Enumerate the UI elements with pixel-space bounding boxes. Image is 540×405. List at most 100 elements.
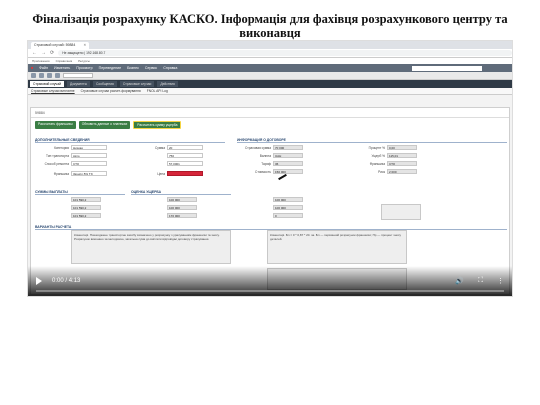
field-row: Ущерб % 115,01 <box>351 153 417 158</box>
field-row: 101 590,2 <box>35 213 101 218</box>
time-current: 0:00 <box>52 278 64 284</box>
field-row: Стоимость 150 000 <box>237 169 303 174</box>
progress-bar[interactable] <box>36 290 504 292</box>
window-tab[interactable]: Документы <box>66 81 90 87</box>
search-input[interactable] <box>412 65 482 71</box>
browser-tab[interactable]: Страховой случай: 59884 ✕ <box>31 41 90 49</box>
field-row: Валюта UAH <box>237 153 303 158</box>
field-row: Тип транспорта Авто <box>35 153 107 158</box>
bookmark-item[interactable]: Приложения <box>32 59 50 63</box>
field-row: Франшиза Зачисл.5% ТЗ <box>35 171 107 176</box>
field-label: Риск <box>378 169 385 174</box>
sub-tab[interactable]: Страховые случаи расчет-формування <box>81 89 141 93</box>
filter-icon[interactable] <box>55 73 60 78</box>
window-tab[interactable]: Страховые случаи <box>119 81 155 87</box>
sub-tab[interactable]: Страховые случаи виплатне <box>31 89 75 93</box>
bookmark-item[interactable]: Ресурсы <box>78 59 90 63</box>
payout-field[interactable]: 101 590,2 <box>71 197 101 202</box>
menu-item[interactable]: Изменить <box>54 66 70 70</box>
price-field[interactable] <box>167 171 203 176</box>
fullscreen-icon[interactable]: ⛶ <box>478 277 483 285</box>
field-row: Тариф 36 <box>237 161 303 166</box>
notes-left[interactable]: Коментарі. Пошкоджене транспортне засобу… <box>71 230 231 264</box>
field-row: 100 000 <box>131 197 197 202</box>
menu-item[interactable]: Бизнес <box>127 66 139 70</box>
window-tab[interactable]: Страховой случай <box>30 81 64 87</box>
pct-field[interactable]: 0,00 <box>387 145 417 150</box>
field-label: Тип транспорта <box>46 153 69 158</box>
calc-damage-button[interactable]: Рассчитать сумму ущерба <box>133 121 182 129</box>
sum-field[interactable]: 750 <box>167 153 203 158</box>
payout-field[interactable]: 101 590,2 <box>71 213 101 218</box>
video-controls: 0:00 / 4:13 🔊 ⛶ ⋮ <box>28 266 512 296</box>
payout-field[interactable]: 101 590,2 <box>71 205 101 210</box>
section-general: Дополнительные сведения <box>35 138 225 143</box>
ded-field[interactable]: СТО <box>387 161 417 166</box>
note-box[interactable] <box>381 204 421 220</box>
field-row: Риск 2 000 <box>351 169 417 174</box>
deductible-select[interactable]: Зачисл.5% ТЗ <box>71 171 107 176</box>
close-icon[interactable]: ✕ <box>83 43 86 47</box>
window-tabs: Страховой случай Документы Сообщения Стр… <box>28 80 512 88</box>
play-icon[interactable] <box>36 277 42 285</box>
more-options-icon[interactable]: ⋮ <box>497 277 504 285</box>
ins-sum-field[interactable]: 70 000 <box>273 145 303 150</box>
repair-select[interactable]: СТО <box>71 161 107 166</box>
slide-title: Фіналізація розрахунку КАСКО. Інформація… <box>32 12 508 40</box>
menu-item[interactable]: Сервис <box>145 66 157 70</box>
ins-value-field[interactable]: 150 000 <box>273 169 303 174</box>
field-row: 0 <box>237 213 303 218</box>
field-row: 170 000 <box>131 213 197 218</box>
reload-icon[interactable]: ⟳ <box>50 50 54 56</box>
estimate-field[interactable]: 100 000 <box>167 205 197 210</box>
forward-icon[interactable]: → <box>41 50 46 56</box>
update-payments-button[interactable]: Обновить данные о платежах <box>78 121 131 129</box>
field-row: Сумма 20 <box>131 145 203 150</box>
window-tab[interactable]: Действия <box>157 81 178 87</box>
volume-icon[interactable]: 🔊 <box>455 277 464 285</box>
field-row: Процент % 0,00 <box>351 145 417 150</box>
action-bar: Рассчитать франшизы Обновить данные о пл… <box>31 118 509 132</box>
estimate-field[interactable]: 100 000 <box>273 197 303 202</box>
toolbar-field[interactable] <box>63 73 93 78</box>
field-label: Франшиза <box>369 161 385 166</box>
tariff-field[interactable]: 36 <box>273 161 303 166</box>
menu-item[interactable]: Просмотр <box>76 66 92 70</box>
print-icon[interactable] <box>47 73 52 78</box>
field-label: Категория <box>54 145 69 150</box>
field-row: 101 590,2 <box>35 197 101 202</box>
video-player[interactable]: Страховой случай: 59884 ✕ ← → ⟳ Не защищ… <box>27 40 513 297</box>
field-row: Франшиза СТО <box>351 161 417 166</box>
sum-field[interactable]: 57,0001 <box>167 161 203 166</box>
risk-field[interactable]: 2 000 <box>387 169 417 174</box>
browser-tabbar: Страховой случай: 59884 ✕ <box>28 41 512 49</box>
window-tab[interactable]: Сообщения <box>92 81 117 87</box>
back-icon[interactable]: ← <box>32 50 37 56</box>
level-select[interactable]: Низкая <box>71 145 107 150</box>
sum-field[interactable]: 20 <box>167 145 203 150</box>
damage-field[interactable]: 115,01 <box>387 153 417 158</box>
estimate-field[interactable]: 170 000 <box>167 213 197 218</box>
currency-field[interactable]: UAH <box>273 153 303 158</box>
sub-tab[interactable]: FNOL API Log <box>147 89 168 93</box>
notes-right[interactable]: Коментарі. Бл = 0 * 0,87 * 20. за. Бл — … <box>267 230 407 264</box>
section-damage: Оценка ущерба <box>131 190 231 195</box>
save-icon[interactable] <box>31 73 36 78</box>
field-label: Процент % <box>368 145 385 150</box>
field-row: 750 <box>131 153 203 158</box>
section-payout: Суммы выплаты <box>35 190 125 195</box>
estimate-field[interactable]: 0 <box>273 213 303 218</box>
bookmark-item[interactable]: Справочник <box>56 59 73 63</box>
field-row: Страховая сумма 70 000 <box>237 145 303 150</box>
refresh-icon[interactable] <box>39 73 44 78</box>
vehicle-select[interactable]: Авто <box>71 153 107 158</box>
menu-item[interactable]: Справка <box>163 66 177 70</box>
url-input[interactable]: Не защищено | 192.168.80.7 <box>58 50 512 56</box>
field-row: 100 000 <box>131 205 197 210</box>
menu-item[interactable]: Переведение <box>99 66 121 70</box>
field-label: Страховая сумма <box>245 145 271 150</box>
menu-item[interactable]: Файл <box>39 66 48 70</box>
calc-deductible-button[interactable]: Рассчитать франшизы <box>35 121 76 129</box>
estimate-field[interactable]: 100 000 <box>273 205 303 210</box>
estimate-field[interactable]: 100 000 <box>167 197 197 202</box>
